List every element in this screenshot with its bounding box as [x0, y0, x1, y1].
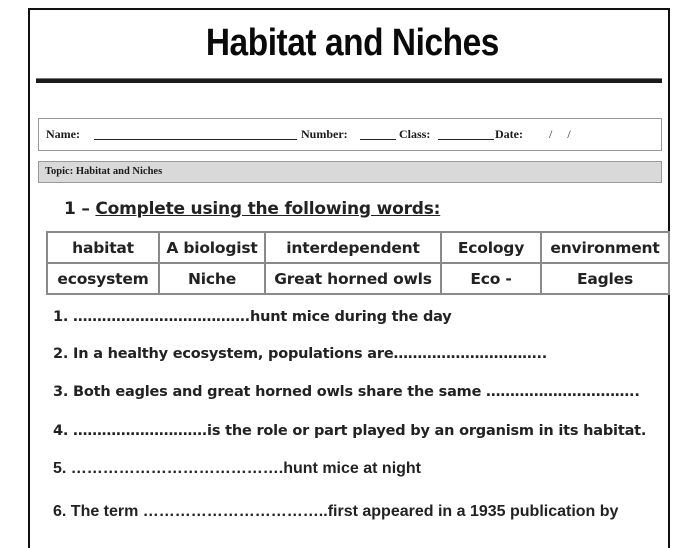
class-label: Class: — [399, 127, 431, 141]
question-6: 6. The term ……………………………..first appeared … — [53, 503, 619, 520]
word-bank-cell: Niche — [158, 262, 266, 295]
class-field[interactable] — [438, 139, 494, 140]
question-5: 5. ………………………………….hunt mice at night — [53, 460, 422, 477]
word-bank-cell: habitat — [46, 231, 160, 264]
question-4: 4. ……………………….is the role or part played … — [53, 423, 647, 439]
word-bank-cell: Great horned owls — [264, 262, 442, 295]
number-label: Number: — [301, 127, 348, 141]
word-bank-row: ecosystem Niche Great horned owls Eco - … — [46, 262, 670, 295]
word-bank-cell: environment — [540, 231, 670, 264]
name-label: Name: — [46, 127, 80, 141]
word-bank-cell: ecosystem — [46, 262, 160, 295]
question-2: 2. In a healthy ecosystem, populations a… — [53, 346, 548, 362]
word-bank-cell: Ecology — [440, 231, 542, 264]
word-bank-cell: interdependent — [264, 231, 442, 264]
topic-bar: Topic: Habitat and Niches — [38, 161, 662, 183]
date-field[interactable]: / / — [549, 127, 571, 142]
date-label: Date: — [495, 127, 523, 141]
title-divider — [36, 78, 662, 83]
section-heading: 1 – Complete using the following words: — [64, 199, 440, 219]
student-info-box: Name: Number: Class: Date: / / — [38, 118, 662, 151]
word-bank-row: habitat A biologist interdependent Ecolo… — [46, 231, 670, 264]
name-field[interactable] — [94, 139, 297, 140]
word-bank-cell: Eagles — [540, 262, 670, 295]
word-bank-cell: Eco - — [440, 262, 542, 295]
word-bank-cell: A biologist — [158, 231, 266, 264]
worksheet-title: Habitat and Niches — [205, 22, 500, 64]
word-bank-table: habitat A biologist interdependent Ecolo… — [46, 231, 670, 295]
section-number: 1 – — [64, 199, 96, 219]
number-field[interactable] — [360, 139, 396, 140]
question-3: 3. Both eagles and great horned owls sha… — [53, 384, 640, 400]
question-1: 1. ……………………………….hunt mice during the day — [53, 309, 452, 325]
section-instruction: Complete using the following words: — [95, 199, 441, 219]
